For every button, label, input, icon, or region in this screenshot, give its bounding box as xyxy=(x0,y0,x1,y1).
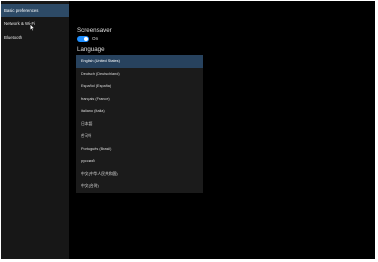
sidebar-item-network-wifi[interactable]: Network & Wi-Fi xyxy=(1,17,69,30)
settings-window: Basic preferences Network & Wi-Fi Blueto… xyxy=(1,1,375,259)
language-option[interactable]: Português (Brasil) xyxy=(76,143,203,156)
language-option[interactable]: 中文(台灣) xyxy=(76,180,203,193)
language-option[interactable]: Deutsch (Deutschland) xyxy=(76,68,203,81)
sidebar-item-basic-preferences[interactable]: Basic preferences xyxy=(1,4,69,17)
language-dropdown-list[interactable]: English (United States) Deutsch (Deutsch… xyxy=(76,55,203,193)
language-option[interactable]: français (France) xyxy=(76,93,203,106)
language-option[interactable]: 日本語 xyxy=(76,118,203,131)
language-label: Language xyxy=(77,46,105,53)
main-content: Screensaver On Language English (United … xyxy=(69,1,375,259)
language-option[interactable]: italiano (Italia) xyxy=(76,105,203,118)
screensaver-toggle[interactable] xyxy=(77,36,89,42)
toggle-knob xyxy=(84,37,88,41)
language-option[interactable]: Español (España) xyxy=(76,80,203,93)
mouse-pointer-icon xyxy=(30,24,35,31)
screensaver-toggle-state: On xyxy=(92,36,99,41)
sidebar-item-bluetooth[interactable]: Bluetooth xyxy=(1,31,69,44)
language-option[interactable]: English (United States) xyxy=(76,55,203,68)
sidebar: Basic preferences Network & Wi-Fi Blueto… xyxy=(1,1,69,259)
language-option[interactable]: 한국어 xyxy=(76,130,203,143)
sidebar-item-label: Bluetooth xyxy=(4,35,23,40)
language-option[interactable]: 中文(中华人民共和国) xyxy=(76,168,203,181)
sidebar-item-label: Basic preferences xyxy=(4,8,39,13)
screensaver-title: Screensaver xyxy=(77,27,112,34)
language-option[interactable]: русский xyxy=(76,155,203,168)
